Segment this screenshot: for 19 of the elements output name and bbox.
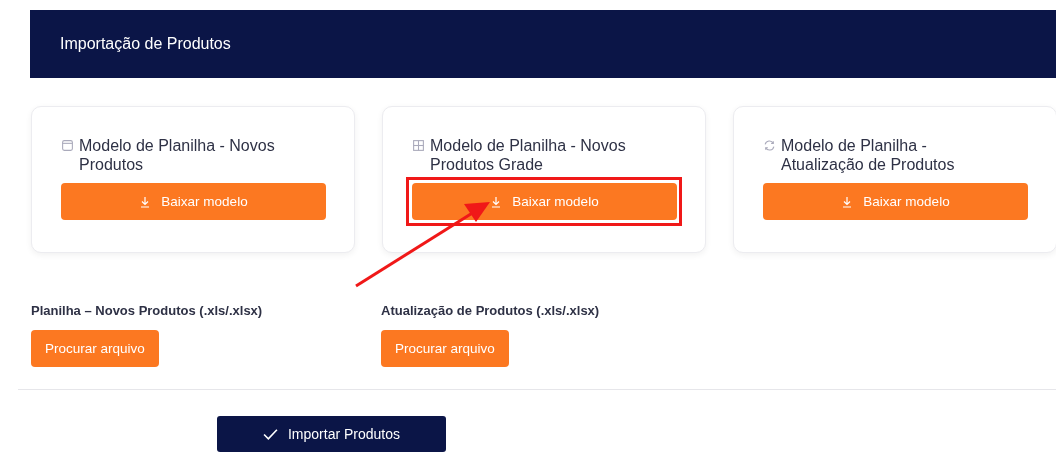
browse-file-button[interactable]: Procurar arquivo <box>381 330 509 367</box>
grid-icon <box>412 139 425 152</box>
download-button[interactable]: Baixar modelo <box>61 183 326 220</box>
upload-label: Planilha – Novos Produtos (.xls/.xlsx) <box>31 303 263 318</box>
download-icon <box>841 195 854 208</box>
check-icon <box>262 427 278 441</box>
page-title: Importação de Produtos <box>60 35 231 53</box>
download-button[interactable]: Baixar modelo <box>412 183 677 220</box>
card-title: Modelo de Planilha - Atualização de Produtos <box>781 136 956 174</box>
download-icon <box>490 195 503 208</box>
upload-label: Atualização de Produtos (.xls/.xlsx) <box>381 303 600 318</box>
import-button[interactable]: Importar Produtos <box>217 416 446 452</box>
download-icon <box>139 195 152 208</box>
document-icon <box>61 139 74 152</box>
card-title: Modelo de Planilha - Novos Produtos Grade <box>430 136 627 174</box>
browse-file-button[interactable]: Procurar arquivo <box>31 330 159 367</box>
card-title: Modelo de Planilha - Novos Produtos <box>79 136 276 174</box>
download-button[interactable]: Baixar modelo <box>763 183 1028 220</box>
refresh-icon <box>763 139 776 152</box>
